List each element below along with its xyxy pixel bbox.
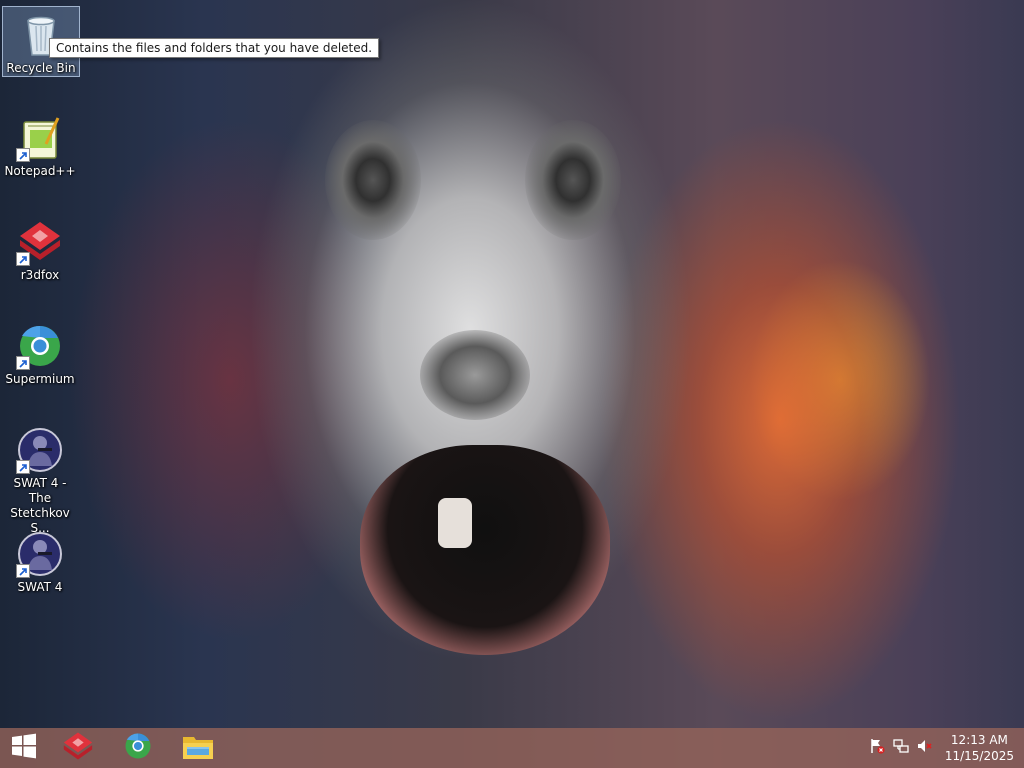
taskbar-pinned-r3dfox[interactable] — [48, 728, 108, 768]
clock-time: 12:13 AM — [950, 733, 1008, 747]
wallpaper-face-left-eye — [325, 120, 421, 240]
notepad-plus-plus-icon — [16, 114, 64, 162]
network-icon — [893, 738, 909, 758]
system-tray: 12:13 AM 11/15/2025 — [865, 728, 1024, 768]
start-button[interactable] — [0, 728, 48, 768]
wallpaper-face-tooth — [438, 498, 472, 548]
tray-action-center[interactable] — [865, 728, 889, 768]
recycle-bin-tooltip: Contains the files and folders that you … — [49, 38, 380, 58]
shortcut-arrow-icon — [16, 148, 30, 162]
wallpaper-face-nose — [420, 330, 530, 420]
shortcut-arrow-icon — [16, 252, 30, 266]
desktop-icon-swat4[interactable]: SWAT 4 — [2, 526, 78, 595]
supermium-icon — [16, 322, 64, 370]
taskbar-pinned-file-explorer[interactable] — [168, 728, 228, 768]
shortcut-arrow-icon — [16, 564, 30, 578]
desktop[interactable]: Recycle Bin Notepad++ r3dfox Supermium S… — [0, 0, 1024, 768]
taskbar-clock[interactable]: 12:13 AM 11/15/2025 — [937, 732, 1024, 764]
desktop-icon-swat4-stetchkov[interactable]: SWAT 4 - The Stetchkov S... — [2, 422, 78, 536]
desktop-icon-label: SWAT 4 — [17, 580, 63, 594]
swat4-icon — [16, 426, 64, 474]
desktop-icon-label: Recycle Bin — [6, 61, 76, 75]
wallpaper-face-mouth — [360, 445, 610, 655]
desktop-icon-r3dfox[interactable]: r3dfox — [2, 214, 78, 283]
desktop-icon-label: Notepad++ — [4, 164, 76, 178]
file-explorer-icon — [182, 731, 214, 765]
desktop-icon-label: Supermium — [5, 372, 75, 386]
taskbar-pinned-supermium[interactable] — [108, 728, 168, 768]
tray-network[interactable] — [889, 728, 913, 768]
shortcut-arrow-icon — [16, 356, 30, 370]
volume-muted-icon — [917, 738, 933, 758]
taskbar: 12:13 AM 11/15/2025 — [0, 728, 1024, 768]
supermium-icon — [123, 731, 153, 765]
clock-date: 11/15/2025 — [944, 749, 1014, 763]
r3dfox-icon — [16, 218, 64, 266]
flag-error-icon — [869, 738, 885, 758]
shortcut-arrow-icon — [16, 460, 30, 474]
swat4-icon — [16, 530, 64, 578]
desktop-icon-supermium[interactable]: Supermium — [2, 318, 78, 387]
wallpaper-face-right-eye — [525, 120, 621, 240]
r3dfox-icon — [61, 731, 95, 765]
desktop-icon-label: r3dfox — [20, 268, 60, 282]
windows-logo-icon — [11, 733, 37, 763]
tray-volume[interactable] — [913, 728, 937, 768]
desktop-icon-notepad-plus-plus[interactable]: Notepad++ — [2, 110, 78, 179]
